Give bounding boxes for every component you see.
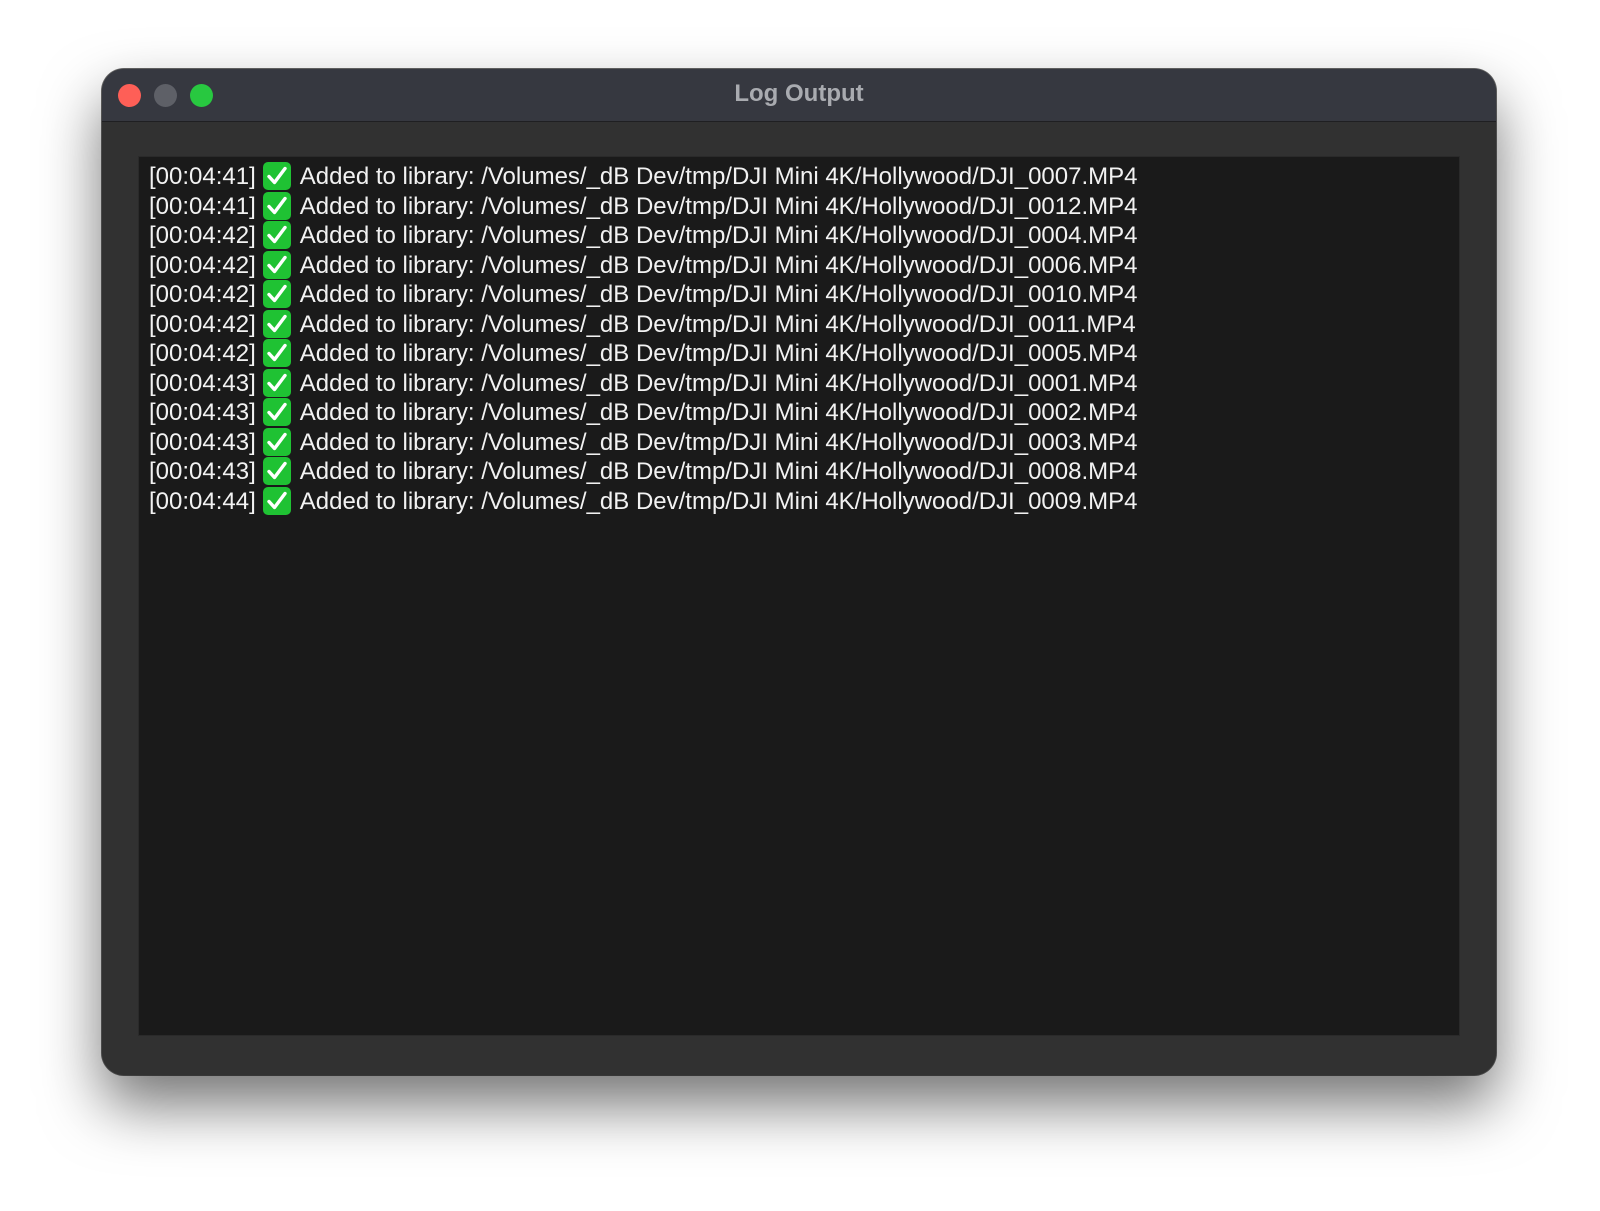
log-message: Added to library: /Volumes/_dB Dev/tmp/D…	[299, 428, 1138, 456]
log-message: Added to library: /Volumes/_dB Dev/tmp/D…	[299, 458, 1138, 485]
log-timestamp: [00:04:42]	[149, 251, 256, 279]
log-line-2: [00:04:41] Added to library: /Volumes/_dB…	[149, 191, 1138, 222]
log-line-12: [00:04:44] Added to library: /Volumes/_dB…	[149, 486, 1138, 517]
check-mark-button-icon	[262, 368, 291, 397]
log-line-6: [00:04:42] Added to library: /Volumes/_dB…	[149, 309, 1137, 340]
log-timestamp: [00:04:43]	[149, 428, 256, 456]
log-line-9: [00:04:43] Added to library: /Volumes/_dB…	[149, 398, 1137, 428]
log-output-window: Log Output [00:04:41] Added to library: /…	[102, 69, 1496, 1075]
log-timestamp: [00:04:41]	[149, 163, 256, 190]
log-message: Added to library: /Volumes/_dB Dev/tmp/D…	[299, 192, 1138, 220]
check-mark-button-icon	[262, 250, 291, 279]
title-bar[interactable]: Log Output	[102, 69, 1496, 122]
log-list: [00:04:41] Added to library: /Volumes/_dB…	[149, 162, 1137, 516]
log-line-7: [00:04:42] Added to library: /Volumes/_dB…	[149, 339, 1137, 369]
log-message: Added to library: /Volumes/_dB Dev/tmp/D…	[299, 487, 1138, 515]
check-mark-button-icon	[262, 457, 291, 485]
log-line-3: [00:04:42] Added to library: /Volumes/_dB…	[149, 221, 1137, 251]
log-timestamp: [00:04:43]	[149, 369, 256, 397]
check-mark-button-icon	[262, 191, 291, 220]
check-mark-button-icon	[262, 339, 291, 367]
window-content: [00:04:41] Added to library: /Volumes/_dB…	[102, 122, 1496, 1075]
log-timestamp: [00:04:42]	[149, 281, 256, 308]
log-message: Added to library: /Volumes/_dB Dev/tmp/D…	[299, 369, 1138, 397]
check-mark-button-icon	[262, 162, 291, 190]
log-message: Added to library: /Volumes/_dB Dev/tmp/D…	[299, 399, 1138, 426]
check-mark-button-icon	[262, 221, 291, 249]
log-line-4: [00:04:42] Added to library: /Volumes/_dB…	[149, 250, 1138, 281]
log-timestamp: [00:04:41]	[149, 192, 256, 220]
log-timestamp: [00:04:42]	[149, 340, 256, 367]
log-message: Added to library: /Volumes/_dB Dev/tmp/D…	[299, 281, 1138, 308]
log-line-11: [00:04:43] Added to library: /Volumes/_dB…	[149, 457, 1137, 487]
log-message: Added to library: /Volumes/_dB Dev/tmp/D…	[299, 340, 1138, 367]
log-message: Added to library: /Volumes/_dB Dev/tmp/D…	[299, 222, 1138, 249]
log-line-1: [00:04:41] Added to library: /Volumes/_dB…	[149, 162, 1137, 192]
check-mark-button-icon	[262, 398, 291, 426]
log-message: Added to library: /Volumes/_dB Dev/tmp/D…	[299, 310, 1136, 338]
window-title: Log Output	[734, 80, 864, 107]
check-mark-button-icon	[262, 280, 291, 308]
check-mark-button-icon	[262, 427, 291, 456]
log-timestamp: [00:04:42]	[149, 222, 256, 249]
log-text-area[interactable]: [00:04:41] Added to library: /Volumes/_dB…	[138, 156, 1460, 1036]
log-line-8: [00:04:43] Added to library: /Volumes/_dB…	[149, 368, 1138, 399]
log-line-5: [00:04:42] Added to library: /Volumes/_dB…	[149, 280, 1137, 310]
check-mark-button-icon	[262, 309, 291, 338]
log-timestamp: [00:04:43]	[149, 458, 256, 485]
log-timestamp: [00:04:43]	[149, 399, 256, 426]
log-timestamp: [00:04:42]	[149, 310, 256, 338]
check-mark-button-icon	[262, 486, 291, 515]
log-timestamp: [00:04:44]	[149, 487, 256, 515]
log-message: Added to library: /Volumes/_dB Dev/tmp/D…	[299, 163, 1138, 190]
log-message: Added to library: /Volumes/_dB Dev/tmp/D…	[299, 251, 1138, 279]
log-line-10: [00:04:43] Added to library: /Volumes/_dB…	[149, 427, 1138, 458]
